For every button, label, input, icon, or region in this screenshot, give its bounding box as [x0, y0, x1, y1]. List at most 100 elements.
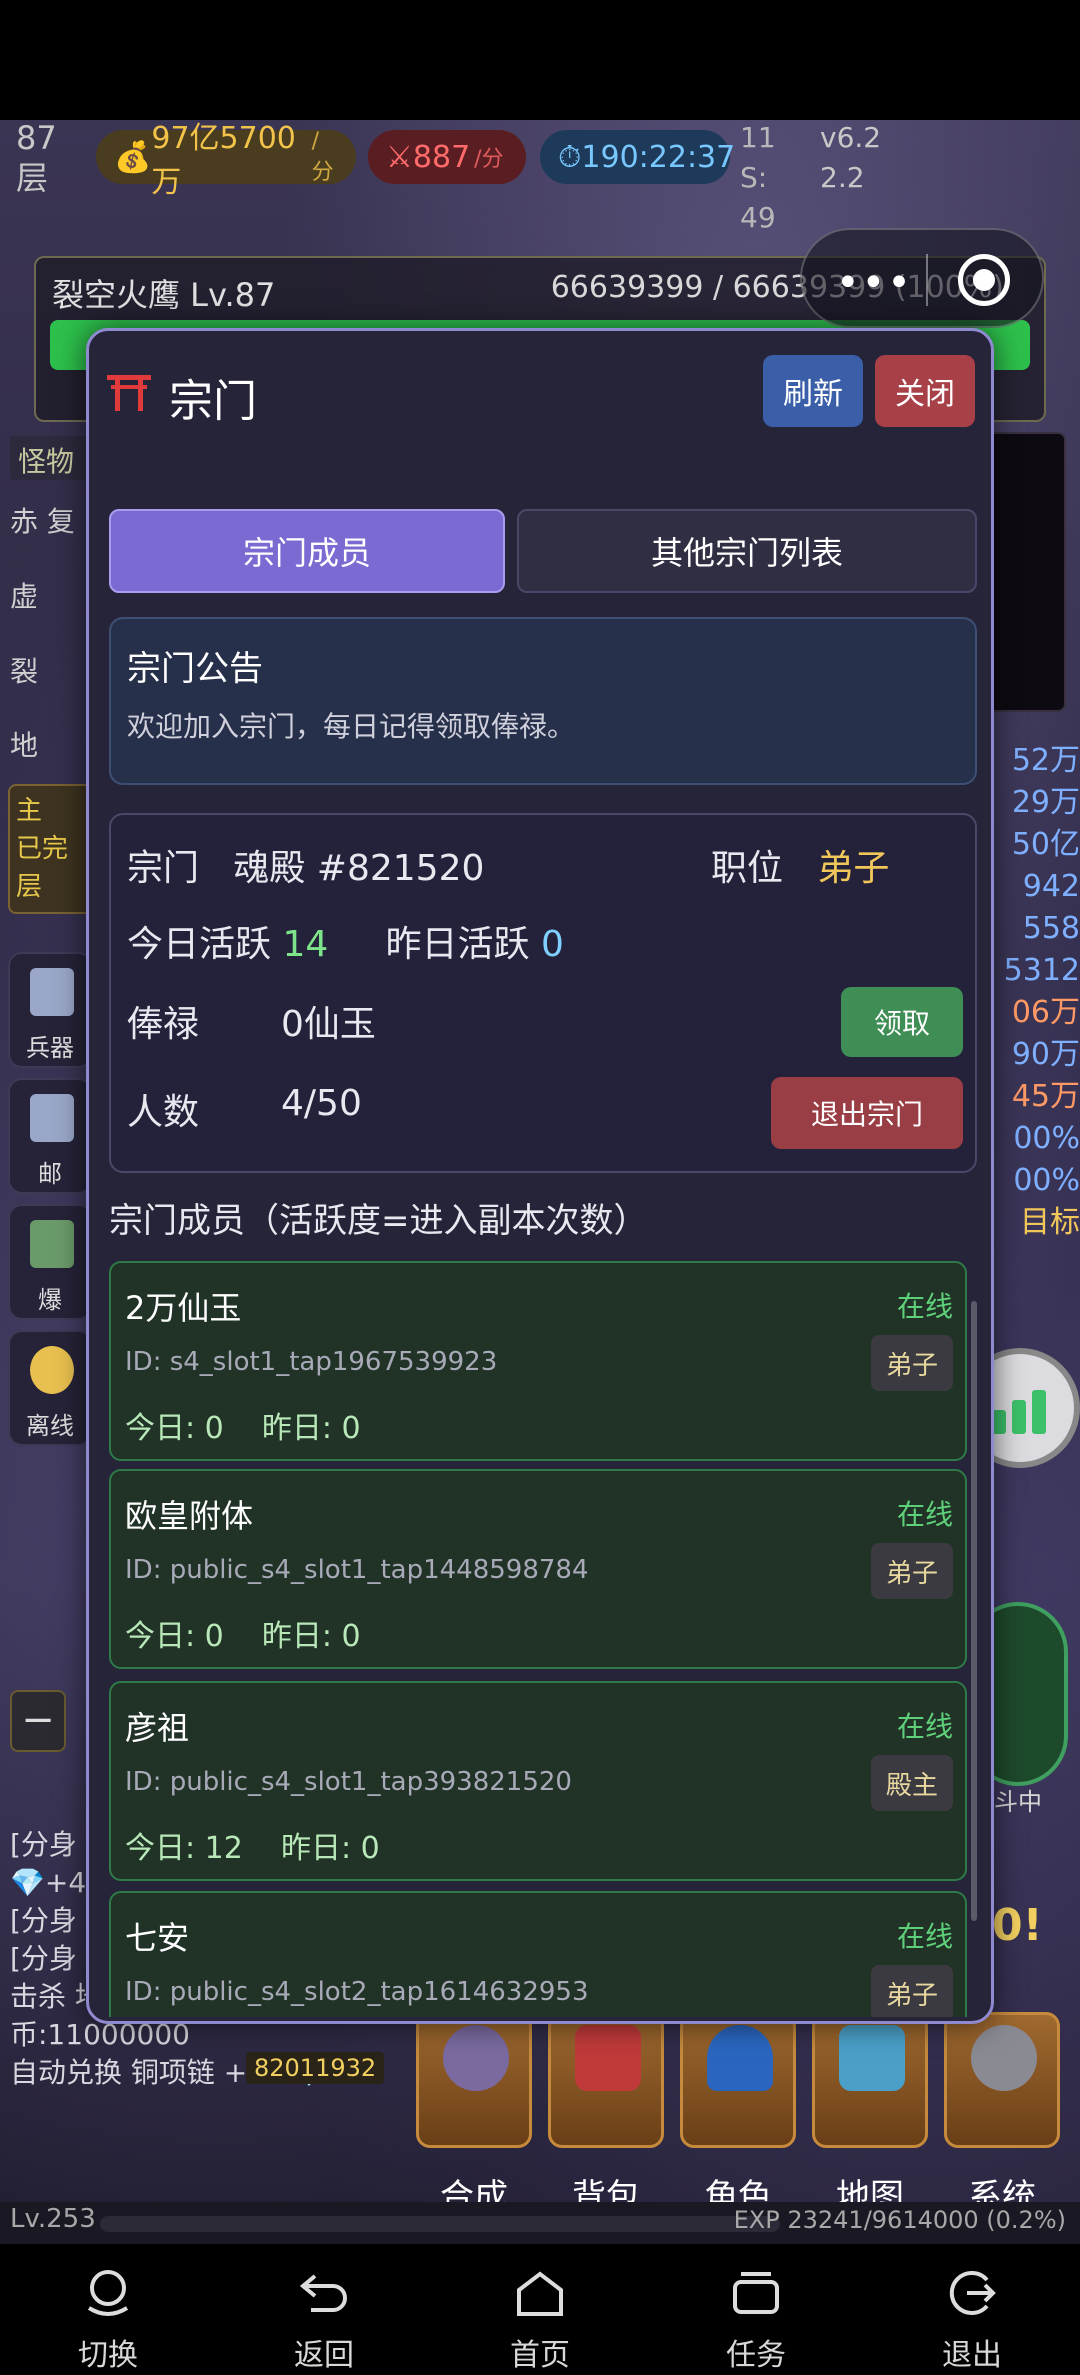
member-count-value: 4/50 [281, 1083, 362, 1124]
menu-character-button[interactable]: 角色 [680, 2012, 796, 2217]
nav-switch[interactable]: 切换 [0, 2244, 216, 2375]
menu-bag-button[interactable]: 背包 [548, 2012, 664, 2217]
member-card[interactable]: 欧皇附体 在线 ID: public_s4_slot1_tap144859878… [109, 1469, 967, 1669]
member-name: 欧皇附体 [125, 1497, 254, 1535]
sect-info-card: 宗门 魂殿 #821520 职位 弟子 今日活跃 14 昨日活跃 0 俸禄 0仙… [109, 813, 977, 1173]
home-icon [517, 2271, 563, 2316]
person-icon [707, 2025, 773, 2091]
attack-rate-unit: /分 [474, 147, 504, 172]
bar-chart-icon [992, 1390, 1052, 1434]
monster-item[interactable]: 裂 [10, 650, 90, 720]
stat-value: 942 [1022, 869, 1080, 904]
sect-notice-card: 宗门公告 欢迎加入宗门，每日记得领取俸禄。 [109, 617, 977, 785]
close-miniprogram-icon[interactable] [958, 254, 1010, 306]
activity-row: 今日活跃 14 昨日活跃 0 [127, 915, 564, 967]
nav-tasks[interactable]: 任务 [648, 2244, 864, 2375]
exit-icon [949, 2271, 996, 2315]
quest-floor: 层 [16, 872, 43, 902]
member-status: 在线 [896, 1498, 953, 1531]
stat-value: 00% [1013, 1163, 1080, 1198]
torii-gate-icon [107, 375, 151, 411]
status-bar [0, 0, 1080, 120]
tab-sect-members[interactable]: 宗门成员 [109, 509, 505, 593]
attack-rate-value: 887 [412, 139, 471, 175]
top-hud: 87层 💰 97亿5700万 /分 ⚔ 887 /分 ⏱ 190:22:37 1… [0, 118, 1080, 234]
member-role-badge: 弟子 [871, 1335, 953, 1391]
stat-value: 90万 [1011, 1037, 1080, 1072]
stat-value: 5312 [1003, 953, 1080, 988]
menu-system-button[interactable]: 系统 [944, 2012, 1060, 2217]
leave-sect-button[interactable]: 退出宗门 [771, 1077, 963, 1149]
notice-title: 宗门公告 [127, 649, 263, 689]
gold-rate-unit: /分 [311, 128, 334, 185]
member-card[interactable]: 2万仙玉 在线 ID: s4_slot1_tap1967539923 弟子 今日… [109, 1261, 967, 1461]
right-stats-column: 52万 29万 50亿 942 558 5312 06万 90万 45万 00%… [980, 740, 1080, 1244]
offline-button[interactable]: 离线 [8, 1330, 92, 1446]
yesterday-activity-value: 0 [540, 924, 564, 965]
stat-value: 52万 [1011, 743, 1080, 778]
today-activity-label: 今日活跃 [127, 924, 272, 965]
member-today: 今日: 12 [125, 1831, 243, 1866]
stat-value: 45万 [1011, 1079, 1080, 1114]
members-list[interactable]: 2万仙玉 在线 ID: s4_slot1_tap1967539923 弟子 今日… [109, 1261, 977, 2017]
mail-button[interactable]: 邮 [8, 1078, 92, 1194]
yesterday-activity-label: 昨日活跃 [385, 924, 530, 965]
refresh-button[interactable]: 刷新 [763, 355, 863, 427]
stat-value: 558 [1022, 911, 1080, 946]
mail-icon [30, 1094, 74, 1142]
tab-other-sects[interactable]: 其他宗门列表 [517, 509, 977, 593]
drop-rate-button[interactable]: 爆 [8, 1204, 92, 1320]
nav-exit[interactable]: 退出 [864, 2244, 1080, 2375]
boss-name: 裂空火鹰 Lv.87 [52, 276, 276, 314]
nav-label: 退出 [942, 2338, 1002, 2373]
nav-label: 任务 [726, 2338, 786, 2373]
monster-item[interactable]: 虚 [10, 575, 90, 645]
miniprogram-capsule[interactable]: ••• [800, 228, 1044, 328]
stat-value: 目标 [1020, 1205, 1080, 1240]
modal-title: 宗门 [169, 376, 257, 427]
salary-value: 0仙玉 [281, 1004, 376, 1045]
nav-back[interactable]: 返回 [216, 2244, 432, 2375]
close-button[interactable]: 关闭 [875, 355, 975, 427]
stat-value: 06万 [1011, 995, 1080, 1030]
gold-rate-pill: 💰 97亿5700万 /分 [96, 121, 356, 200]
sect-label: 宗门 [127, 848, 200, 889]
member-yesterday: 昨日: 0 [261, 1411, 361, 1446]
version-label: v6.2 2.2 [820, 121, 882, 194]
more-icon[interactable]: ••• [836, 260, 913, 306]
server-indicator: 11 S: 49 [740, 121, 776, 234]
member-activity: 今日: 0 昨日: 0 [125, 1611, 361, 1655]
member-yesterday: 昨日: 0 [261, 1619, 361, 1654]
member-id: ID: public_s4_slot2_tap1614632953 [125, 1977, 589, 2007]
combo-marker: 0! [992, 1900, 1043, 1951]
weapons-button[interactable]: 兵器 [8, 952, 92, 1068]
capsule-divider [926, 254, 928, 306]
exp-track [100, 2216, 780, 2232]
notice-body: 欢迎加入宗门，每日记得领取俸禄。 [127, 710, 576, 743]
attack-rate-pill: ⚔ 887 /分 [368, 130, 526, 184]
level-bar: Lv.253 EXP 23241/9614000 (0.2%) [0, 2202, 1080, 2244]
member-today: 今日: 0 [125, 1411, 224, 1446]
monster-item[interactable]: 赤 复 [10, 500, 90, 570]
main-quest-panel[interactable]: 主 已完 层 [8, 784, 94, 914]
minus-button[interactable]: − [10, 1690, 66, 1752]
member-role-badge: 弟子 [871, 1965, 953, 2017]
member-name: 2万仙玉 [125, 1289, 242, 1327]
menu-synthesize-button[interactable]: 合成 [416, 2012, 532, 2217]
gold-rate-value: 97亿5700万 [151, 121, 296, 200]
member-card[interactable]: 七安 在线 ID: public_s4_slot2_tap1614632953 … [109, 1891, 967, 2017]
back-icon [299, 2274, 347, 2312]
member-yesterday: 昨日: 0 [280, 1831, 380, 1866]
backpack-icon [575, 2025, 641, 2091]
monster-panel-title: 怪物 [10, 436, 90, 480]
claim-button[interactable]: 领取 [841, 987, 963, 1057]
map-icon [839, 2025, 905, 2091]
position-row: 职位 弟子 [711, 839, 889, 891]
member-status: 在线 [896, 1290, 953, 1323]
switch-icon [87, 2270, 129, 2316]
member-card[interactable]: 彦祖 在线 ID: public_s4_slot1_tap393821520 殿… [109, 1681, 967, 1881]
swords-icon: ⚔ [386, 139, 413, 175]
menu-map-button[interactable]: 地图 [812, 2012, 928, 2217]
nav-home[interactable]: 首页 [432, 2244, 648, 2375]
members-scrollbar[interactable] [971, 1301, 977, 1921]
